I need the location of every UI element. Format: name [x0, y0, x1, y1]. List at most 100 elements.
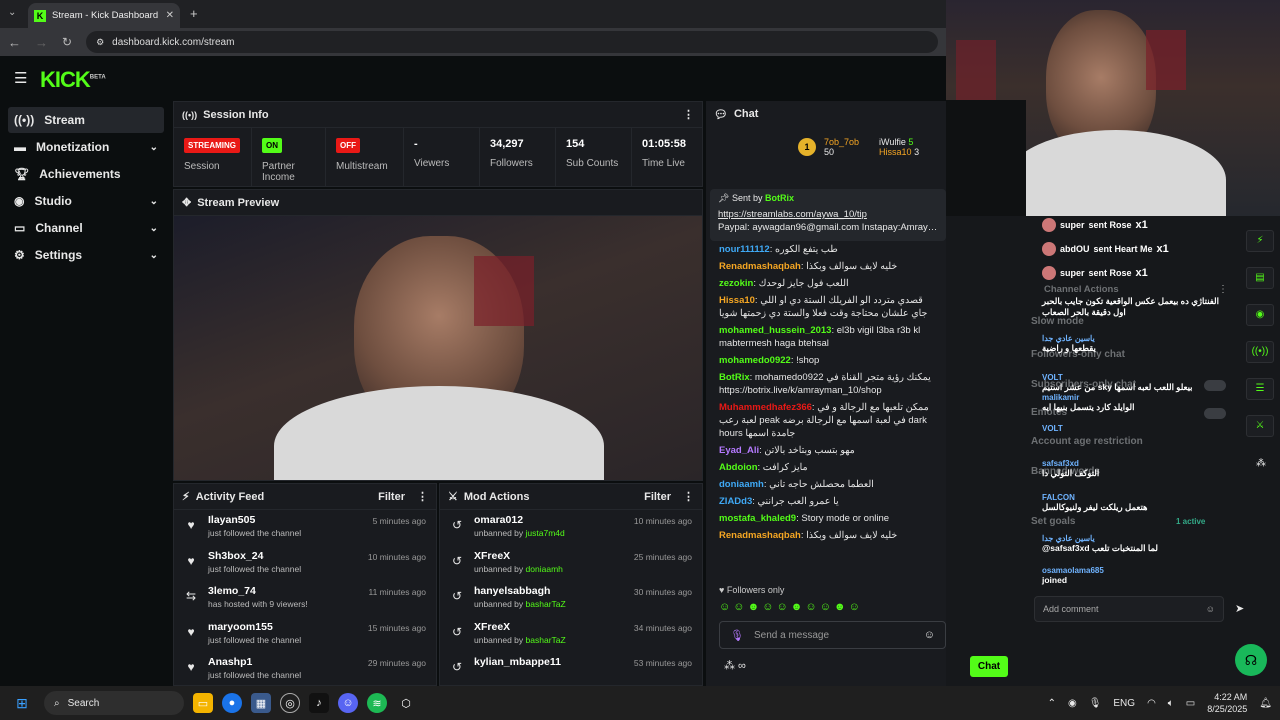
infinity-icon[interactable]: ⁂ ∞ [724, 659, 746, 672]
tab-search-icon[interactable]: ⌄ [8, 7, 16, 18]
chat-username[interactable]: Renadmashaqbah [719, 530, 801, 541]
activity-user[interactable]: Anashp1 [208, 656, 301, 668]
chat-username[interactable]: mohamed_hussein_2013 [719, 325, 831, 336]
sidebar-item-settings[interactable]: ⚙ Settings ⌄ [8, 242, 164, 268]
file-explorer-icon[interactable]: ▭ [193, 693, 213, 713]
eye-icon[interactable]: ◉ [1246, 304, 1274, 326]
battery-icon[interactable]: ▭ [1186, 698, 1195, 709]
reload-icon[interactable]: ↻ [62, 35, 72, 49]
comment-user[interactable]: safsaf3xd [1042, 459, 1232, 468]
tab-close-icon[interactable]: ✕ [166, 10, 174, 21]
more-icon[interactable]: ⋮ [417, 490, 428, 503]
wifi-icon[interactable]: ◠ [1147, 698, 1156, 709]
document-icon[interactable]: ▤ [1246, 267, 1274, 289]
tiktok-icon[interactable]: ♪ [309, 693, 329, 713]
sidebar-item-monetization[interactable]: ▬ Monetization ⌄ [8, 134, 164, 160]
comment-user[interactable]: ياسين عادي جدا [1042, 534, 1232, 543]
forward-icon[interactable]: → [35, 35, 48, 50]
activity-user[interactable]: maryoom155 [208, 621, 301, 633]
comment-user[interactable]: malikamir [1042, 393, 1232, 402]
chat-username[interactable]: BotRix [719, 372, 750, 383]
gift-user[interactable]: super [1060, 268, 1085, 278]
more-icon[interactable]: ⋮ [683, 490, 694, 503]
clock[interactable]: 4:22 AM 8/25/2025 [1207, 691, 1247, 715]
comment-user[interactable]: VOLT [1042, 373, 1232, 382]
tray-icon[interactable]: ◉ [1068, 698, 1077, 709]
setting-label[interactable]: Set goals [1031, 516, 1075, 527]
comment-user[interactable]: VOLT [1042, 424, 1232, 433]
moderator-name[interactable]: justa7m4d [526, 528, 565, 538]
gift-user[interactable]: abdOU [1060, 244, 1090, 254]
mod-target-user[interactable]: omara012 [474, 514, 565, 526]
comment-user[interactable]: ياسين عادي جدا [1042, 334, 1232, 343]
emote-bar[interactable]: ☺ ☺ ☻ ☺ ☺ ☻ ☺ ☺ ☻ ☺ [719, 601, 946, 613]
chrome-icon[interactable]: ● [222, 693, 242, 713]
broadcast-icon[interactable]: ((•)) [1246, 341, 1274, 363]
gift-user[interactable]: super [1060, 220, 1085, 230]
sidebar-item-achievements[interactable]: 🏆︎ Achievements [8, 161, 164, 187]
chat-username[interactable]: Eyad_Ali [719, 445, 759, 456]
gifter-name[interactable]: iWulfie [879, 137, 906, 147]
filter-button[interactable]: Filter [644, 491, 671, 503]
filter-button[interactable]: Filter [378, 491, 405, 503]
setting-label[interactable]: Account age restriction [1031, 436, 1143, 447]
emoji-icon[interactable]: ☺ [924, 629, 935, 641]
chat-username[interactable]: Muhammedhafez366 [719, 402, 812, 413]
windows-start-icon[interactable]: ⊞ [12, 693, 32, 713]
kick-logo[interactable]: KICKBETA [40, 67, 106, 93]
pinned-link[interactable]: https://streamlabs.com/aywa_10/tip [718, 209, 867, 220]
dots-icon[interactable]: ⁂ [1256, 458, 1266, 469]
moderator-name[interactable]: basharTaZ [526, 635, 566, 645]
more-icon[interactable]: ⋮ [1218, 284, 1228, 295]
chat-username[interactable]: ZIADd3 [719, 496, 752, 507]
app-icon[interactable]: ▦ [251, 693, 271, 713]
volume-icon[interactable]: 🔈︎ [1168, 698, 1174, 709]
chat-username[interactable]: doniaamh [719, 479, 764, 490]
mod-target-user[interactable]: hanyelsabbagh [474, 585, 566, 597]
mod-target-user[interactable]: kylian_mbappe11 [474, 656, 561, 668]
sidebar-item-studio[interactable]: ◉ Studio ⌄ [8, 188, 164, 214]
add-comment-input[interactable]: Add comment ☺ [1034, 596, 1224, 622]
support-chat-icon[interactable]: ☊ [1235, 644, 1267, 676]
activity-user[interactable]: Sh3box_24 [208, 550, 301, 562]
mod-target-user[interactable]: XFreeX [474, 550, 563, 562]
chat-username[interactable]: Renadmashaqbah [719, 261, 801, 272]
taskbar-search[interactable]: ⌕ Search [44, 691, 184, 715]
pinned-message[interactable]: 📌︎ Sent by BotRix https://streamlabs.com… [710, 189, 946, 241]
send-icon[interactable]: ➤ [1235, 602, 1244, 615]
url-field[interactable]: ⚙ dashboard.kick.com/stream [86, 31, 938, 53]
chat-username[interactable]: nour111112 [719, 244, 770, 255]
gifter-name[interactable]: 7ob_7ob [824, 137, 859, 147]
chevron-up-icon[interactable]: ⌃ [1048, 698, 1056, 709]
chat-username[interactable]: mohamedo0922 [719, 355, 791, 366]
sidebar-item-stream[interactable]: ((•)) Stream [8, 107, 164, 133]
app-icon[interactable]: ⬡ [396, 693, 416, 713]
chat-username[interactable]: zezokin [719, 278, 753, 289]
emoji-icon[interactable]: ☺ [1206, 604, 1215, 614]
list-icon[interactable]: ☰ [1246, 378, 1274, 400]
pinned-user[interactable]: BotRix [765, 193, 794, 203]
obs-icon[interactable]: ◎ [280, 693, 300, 713]
subscribers-toggle[interactable] [1204, 380, 1226, 391]
sword-icon[interactable]: ⚔ [1246, 415, 1274, 437]
browser-tab[interactable]: K Stream - Kick Dashboard ✕ [28, 3, 180, 28]
stream-video[interactable] [174, 216, 702, 480]
chat-input[interactable]: 🎙︎ Send a message ☺ [719, 621, 946, 649]
activity-user[interactable]: 3lemo_74 [208, 585, 308, 597]
discord-icon[interactable]: ☺ [338, 693, 358, 713]
mic-icon[interactable]: 🎙︎ [1089, 698, 1102, 709]
gifter-name[interactable]: Hissa10 [879, 147, 912, 157]
site-info-icon[interactable]: ⚙ [96, 37, 104, 48]
menu-icon[interactable]: ☰ [14, 69, 27, 87]
new-tab-icon[interactable]: + [190, 6, 198, 21]
moderator-name[interactable]: basharTaZ [526, 599, 566, 609]
mod-target-user[interactable]: XFreeX [474, 621, 566, 633]
language-indicator[interactable]: ENG [1113, 698, 1135, 709]
sidebar-item-channel[interactable]: ▭ Channel ⌄ [8, 215, 164, 241]
chat-username[interactable]: Hissa10 [719, 295, 755, 306]
spotify-icon[interactable]: ≋ [367, 693, 387, 713]
moderator-name[interactable]: doniaamh [526, 564, 563, 574]
back-icon[interactable]: ← [8, 35, 21, 50]
mic-icon[interactable]: 🎙︎ [730, 629, 744, 642]
send-chat-button[interactable]: Chat [970, 656, 1008, 677]
